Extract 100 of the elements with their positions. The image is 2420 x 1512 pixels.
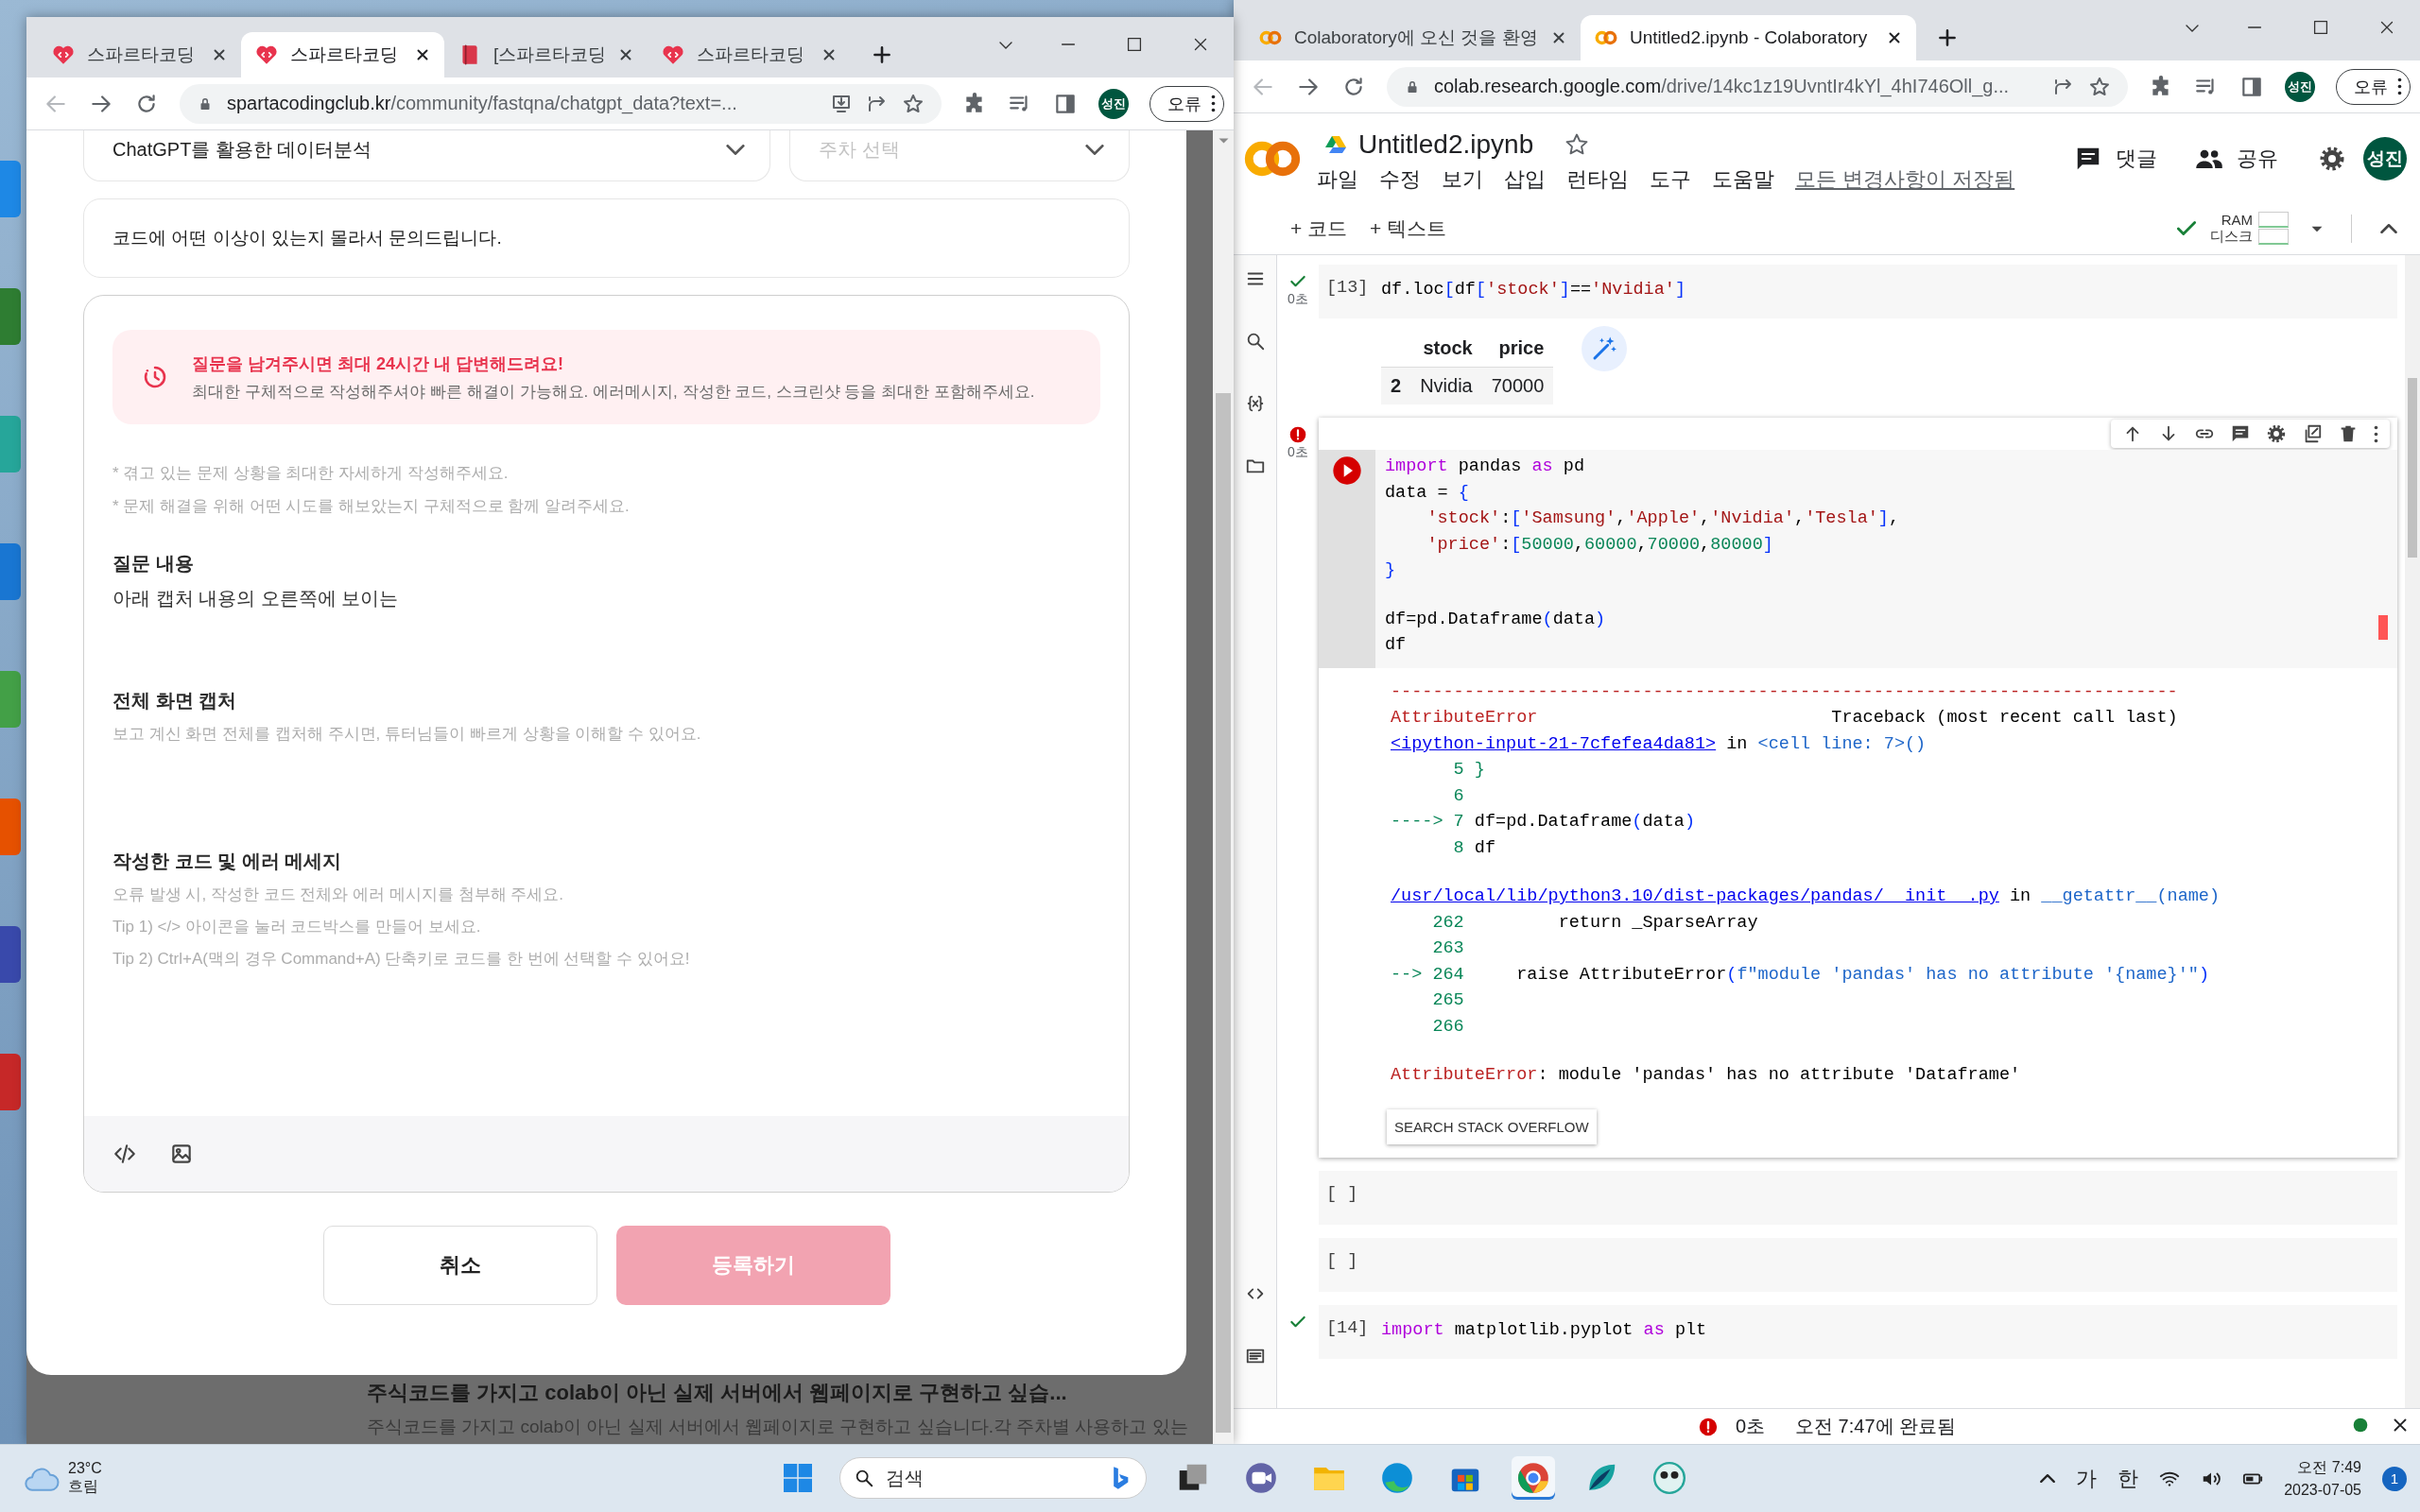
course-select[interactable]: ChatGPT를 활용한 데이터분석 — [83, 130, 770, 181]
column-header: stock — [1410, 330, 1482, 368]
save-status-link[interactable]: 모든 변경사항이 저장됨 — [1795, 164, 2015, 194]
cancel-button[interactable]: 취소 — [322, 1226, 597, 1305]
disk-meter — [2258, 229, 2289, 245]
input-method-indicator[interactable]: 한 — [2118, 1464, 2139, 1493]
close-icon[interactable] — [617, 46, 634, 63]
scrollbar[interactable] — [1213, 130, 1234, 1444]
traceback-line: 8 df — [1452, 836, 1496, 860]
close-icon[interactable] — [1886, 29, 1903, 46]
code-cell[interactable]: [ ] — [1319, 1170, 2397, 1225]
chevron-down-icon — [1085, 145, 1104, 155]
traceback-line: 263 — [1431, 937, 1464, 960]
profile-avatar[interactable]: 성진 — [1098, 88, 1129, 119]
hint-text: Tip 1) </> 아이콘을 눌러 코드박스를 만들어 보세요. — [112, 917, 482, 937]
table-cell: Nvidia — [1410, 367, 1482, 404]
code-cell[interactable] — [1319, 418, 2397, 1158]
scrollbar[interactable] — [2405, 255, 2420, 1408]
file-link[interactable]: <ipython-input-21-7cfefea4da81> — [1391, 733, 1717, 754]
status-message: 오전 7:47에 완료됨 — [1795, 1415, 1957, 1438]
chevron-down-icon — [726, 145, 745, 155]
execution-count: [13] — [1325, 277, 1370, 298]
run-time: 0초 — [1735, 1415, 1766, 1438]
profile-avatar[interactable]: 성진 — [2285, 71, 2315, 102]
scrollbar-thumb[interactable] — [1216, 393, 1231, 1433]
code-cell[interactable]: [ ] — [1319, 1237, 2397, 1292]
settings-icon[interactable] — [2266, 423, 2287, 444]
menu-item[interactable]: 도구 — [1650, 164, 1691, 194]
code-line: import matplotlib.pyplot as plt — [1381, 1318, 1707, 1342]
dropdown-icon[interactable] — [2311, 225, 2323, 232]
chrome-icon[interactable] — [1512, 1456, 1555, 1500]
clock-date[interactable]: 2023-07-05 — [2284, 1482, 2361, 1499]
search-field[interactable]: 검색 — [839, 1457, 1147, 1499]
add-text-button[interactable]: + 텍스트 — [1370, 215, 1447, 242]
resources-button[interactable]: RAM 디스크 — [2174, 212, 2289, 246]
comment-button[interactable]: 댓글 — [2074, 144, 2157, 173]
kebab-icon — [2397, 77, 2402, 95]
address-bar[interactable]: colab.research.google.com/drive/14kc1z19UvntIr4kYl_4hI746Oll_g... — [1387, 66, 2128, 107]
title-field[interactable]: 코드에 어떤 이상이 있는지 몰라서 문의드립니다. — [83, 198, 1130, 278]
add-code-button[interactable]: + 코드 — [1290, 215, 1348, 242]
menu-item[interactable]: 도움말 — [1712, 164, 1774, 194]
url-text: spartacodingclub.kr/community/fastqna/chatgpt_data?text=... — [227, 93, 737, 114]
input-method-indicator[interactable]: 가 — [2076, 1464, 2098, 1493]
menu-item[interactable]: 수정 — [1379, 164, 1421, 194]
address-bar[interactable]: spartacodingclub.kr/community/fastqna/chatgpt_data?text=... — [180, 83, 942, 124]
code-line: df — [1385, 634, 1407, 657]
more-icon[interactable] — [2374, 424, 2378, 443]
browser-tab[interactable]: Colaboratory에 오신 것을 환영 — [1245, 15, 1581, 60]
column-header: price — [1481, 330, 1554, 368]
menu-item[interactable]: 파일 — [1317, 164, 1358, 194]
suggest-chart-button[interactable] — [1582, 326, 1628, 371]
close-icon[interactable] — [1550, 29, 1567, 46]
clock-time[interactable]: 오전 7:49 — [2297, 1458, 2361, 1478]
execution-count: [ ] — [1325, 1182, 1359, 1204]
code-cell[interactable]: [13] df.loc[df['stock']=='Nvidia'] stock price 2 Nvidia 70000 — [1319, 265, 2397, 404]
traceback-line: <ipython-input-21-7cfefea4da81> in <cell line: 7>() — [1391, 732, 1927, 756]
menu-item[interactable]: 런타임 — [1566, 164, 1629, 194]
star-icon[interactable] — [902, 92, 925, 115]
browser-tab[interactable]: [스파르타코딩 — [444, 32, 648, 77]
close-icon[interactable] — [414, 46, 431, 63]
notebook-title[interactable]: Untitled2.ipynb — [1358, 129, 1534, 160]
traceback-line: 6 — [1452, 784, 1464, 808]
url-text: colab.research.google.com/drive/14kc1z19UvntIr4kYl_4hI746Oll_g... — [1434, 76, 2010, 97]
close-icon[interactable] — [211, 46, 228, 63]
collapse-icon[interactable] — [2380, 224, 2397, 233]
scroll-up-icon[interactable] — [1218, 138, 1229, 144]
account-avatar[interactable]: 성진 — [2363, 136, 2407, 180]
menu-item[interactable]: 보기 — [1442, 164, 1483, 194]
search-stack-overflow-button[interactable]: SEARCH STACK OVERFLOW — [1387, 1108, 1597, 1144]
traceback-line: --> 264 raise AttributeError(f"module 'pandas' has no attribute '{name}'") — [1391, 963, 2209, 987]
browser-tab[interactable]: Untitled2.ipynb - Colaboratory — [1581, 15, 1916, 60]
code-line: import pandas as pd — [1385, 455, 1584, 478]
share-button[interactable]: 공유 — [2195, 144, 2278, 173]
code-icon[interactable] — [112, 1142, 137, 1166]
code-line: } — [1385, 559, 1396, 582]
browser-tab[interactable]: 스파르타코딩 — [648, 32, 851, 77]
notification-badge[interactable]: 1 — [2382, 1466, 2407, 1491]
chevron-up-icon[interactable] — [2040, 1474, 2056, 1483]
chevron-down-icon[interactable] — [2186, 25, 2199, 32]
scrollbar-thumb[interactable] — [2408, 378, 2417, 558]
menu-item[interactable]: 삽입 — [1504, 164, 1546, 194]
file-link[interactable]: /usr/local/lib/python3.10/dist-packages/pandas/__init__.py — [1391, 886, 1999, 906]
code-cell[interactable]: [14] import matplotlib.pyplot as plt — [1319, 1304, 2397, 1359]
run-button-icon[interactable] — [1332, 455, 1362, 486]
close-icon[interactable] — [821, 46, 838, 63]
start-icon[interactable] — [781, 1461, 815, 1495]
browser-tab[interactable]: 스파르타코딩 — [241, 32, 444, 77]
weather-widget[interactable]: 23°C 흐림 — [23, 1459, 102, 1498]
answer-text[interactable]: 아래 캡처 내용의 오른쪽에 보이는 — [112, 586, 1100, 611]
image-icon[interactable] — [169, 1142, 194, 1166]
execution-count: [14] — [1325, 1316, 1370, 1338]
traceback-line: AttributeError Traceback (most recent call last) — [1391, 707, 2178, 730]
chevron-down-icon[interactable] — [999, 42, 1012, 49]
notice-text: 최대한 구체적으로 작성해주셔야 빠른 해결이 가능해요. 에러메시지, 작성한 코드, 스크린샷 등을 최대한 포함해주세요. — [192, 381, 1035, 403]
browser-tab[interactable]: 스파르타코딩 — [38, 32, 241, 77]
code-line: 'price':[50000,60000,70000,80000] — [1426, 533, 1773, 557]
traceback-line: AttributeError: module 'pandas' has no attribute 'Dataframe' — [1391, 1064, 2021, 1087]
star-icon[interactable] — [2088, 75, 2111, 98]
hint-text: 오류 발생 시, 작성한 코드 전체와 에러 메시지를 첨부해 주세요. — [112, 885, 564, 905]
hint-text: Tip 2) Ctrl+A(맥의 경우 Command+A) 단축키로 코드를 한 번에 선택할 수 있어요! — [112, 949, 691, 970]
